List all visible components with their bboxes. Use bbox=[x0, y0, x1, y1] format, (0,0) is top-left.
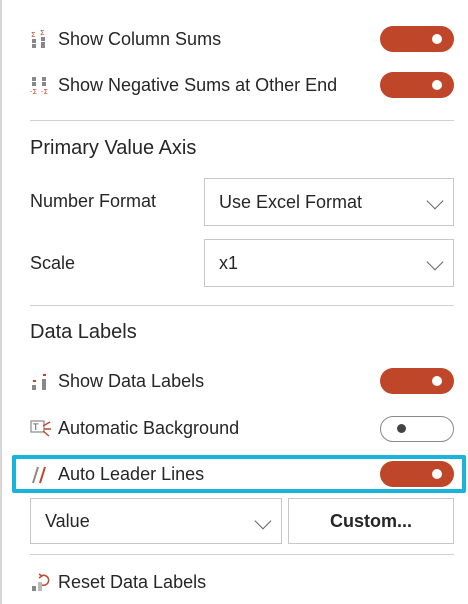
primary-value-axis-title: Primary Value Axis bbox=[30, 137, 197, 159]
show-column-sums-label: Show Column Sums bbox=[58, 28, 222, 49]
scale-select[interactable]: x1 bbox=[204, 239, 454, 287]
svg-text:-Σ: -Σ bbox=[30, 88, 37, 95]
negative-sums-icon: -Σ -Σ bbox=[30, 74, 58, 96]
number-format-select[interactable]: Use Excel Format bbox=[204, 178, 454, 226]
automatic-background-toggle[interactable] bbox=[380, 416, 454, 442]
svg-text:Σ: Σ bbox=[40, 29, 44, 37]
reset-data-labels-row[interactable]: Reset Data Labels bbox=[30, 565, 454, 599]
section-divider bbox=[30, 554, 454, 555]
scale-value: x1 bbox=[219, 252, 239, 273]
show-negative-sums-toggle[interactable] bbox=[380, 72, 454, 98]
column-sums-icon: Σ Σ bbox=[30, 28, 58, 50]
svg-text:Σ: Σ bbox=[31, 31, 35, 39]
svg-text:-Σ: -Σ bbox=[41, 88, 48, 95]
auto-leader-lines-label: Auto Leader Lines bbox=[58, 463, 205, 484]
chevron-down-icon bbox=[254, 512, 272, 530]
show-data-labels-label: Show Data Labels bbox=[58, 370, 205, 391]
number-format-label: Number Format bbox=[30, 191, 157, 211]
scale-label: Scale bbox=[30, 253, 76, 273]
section-divider bbox=[30, 120, 454, 121]
number-format-value: Use Excel Format bbox=[219, 191, 363, 212]
section-divider bbox=[30, 305, 454, 306]
data-labels-title: Data Labels bbox=[30, 321, 137, 343]
automatic-background-label: Automatic Background bbox=[58, 417, 240, 438]
reset-icon bbox=[30, 571, 58, 593]
label-content-select[interactable]: Value bbox=[30, 498, 282, 544]
data-labels-icon bbox=[30, 370, 58, 392]
chevron-down-icon bbox=[426, 253, 444, 271]
show-column-sums-toggle[interactable] bbox=[380, 26, 454, 52]
show-negative-sums-label: Show Negative Sums at Other End bbox=[58, 74, 338, 95]
automatic-background-icon: T bbox=[30, 417, 58, 439]
leader-lines-icon bbox=[30, 463, 58, 485]
custom-button[interactable]: Custom... bbox=[288, 498, 454, 544]
svg-text:T: T bbox=[32, 423, 39, 433]
reset-data-labels-label: Reset Data Labels bbox=[58, 571, 207, 592]
label-content-value: Value bbox=[45, 510, 90, 531]
show-data-labels-toggle[interactable] bbox=[380, 368, 454, 394]
auto-leader-lines-toggle[interactable] bbox=[380, 461, 454, 487]
panel-left-border bbox=[0, 0, 2, 604]
chevron-down-icon bbox=[426, 192, 444, 210]
chart-settings-panel: Σ Σ Show Column Sums -Σ -Σ Show Negative… bbox=[0, 0, 468, 604]
